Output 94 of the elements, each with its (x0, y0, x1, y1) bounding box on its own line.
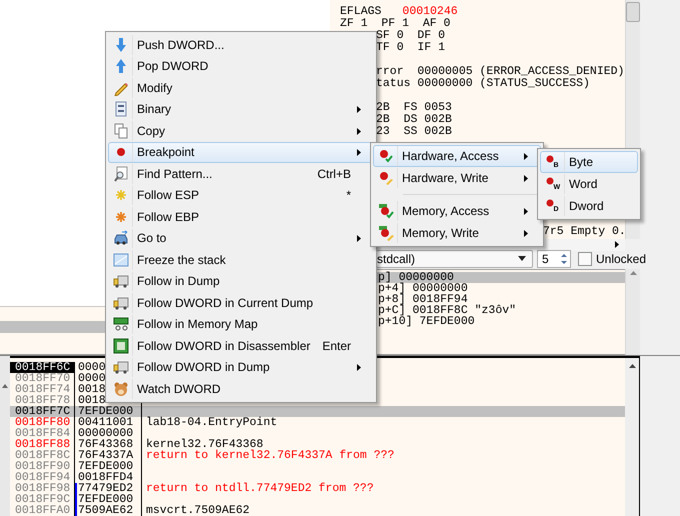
chip-dot-pencil-icon (378, 225, 394, 241)
value-cell: 00411001 (75, 417, 142, 428)
comment-cell-text: return to ntdll.77479ED2 from ??? (145, 483, 374, 494)
menu-item[interactable]: Find Pattern... Ctrl+B (108, 163, 374, 184)
register-line: tatus 00000000 (STATUS_SUCCESS) (376, 78, 590, 90)
menu-item[interactable]: Copy (108, 120, 374, 142)
value-cell: 00000000 (75, 428, 142, 439)
memory-chip-icon (112, 316, 128, 332)
register-line: rror 00000005 (ERROR_ACCESS_DENIED) (376, 66, 624, 78)
unlocked-checkbox[interactable]: Unlocked (578, 252, 646, 266)
menu-item[interactable]: Hardware, Access (373, 145, 541, 167)
animal-head-icon (112, 380, 128, 397)
value-cell: 7EFDE000 (75, 494, 142, 505)
copy-icon (112, 122, 128, 139)
menu-item[interactable]: Memory, Access (373, 200, 541, 222)
dot-pencil-icon (378, 170, 394, 186)
truck-icon (112, 359, 128, 376)
address-cell: 0018FF9C (10, 494, 75, 505)
address-cell: 0018FFA0 (10, 505, 75, 516)
submenu-arrow-icon (524, 230, 528, 237)
argument-line: p+4] 00000000 (377, 283, 469, 294)
register-line: 2B FS 0053 (376, 102, 452, 114)
menu-item[interactable]: Follow EBP (108, 206, 374, 228)
submenu-arrow-icon (357, 106, 361, 114)
address-cell: 0018FF70 (10, 373, 75, 384)
submenu-arrow-icon (524, 208, 528, 215)
calling-convention-dropdown[interactable]: stdcall) (376, 250, 533, 268)
address-cell: 0018FF7C (10, 406, 75, 417)
value-cell: 77479ED2 (75, 483, 142, 494)
submenu-arrow-icon (357, 149, 361, 156)
address-cell: 0018FF8C (10, 450, 75, 461)
dropdown-arrow-icon (518, 256, 526, 262)
address-cell: 0018FF84 (10, 428, 75, 439)
register-line: EFLAGS 00010246 (340, 6, 458, 18)
car-icon (112, 230, 128, 246)
menu-item[interactable]: Go to (108, 228, 374, 249)
window-icon (112, 252, 128, 268)
value-cell: 7EFDE000 (75, 461, 142, 472)
menu-item[interactable]: Follow in Memory Map (108, 314, 374, 335)
comment-cell-text: return to kernel32.76F4337A from ??? (145, 450, 394, 461)
argument-line: p+C] 0018FF8C "z3ôv" (377, 305, 518, 316)
chip-icon (112, 338, 128, 354)
register-line: 23 SS 002B (376, 126, 452, 138)
menu-item[interactable]: Freeze the stack (108, 249, 374, 270)
submenu-arrow-icon (615, 241, 619, 248)
value-cell: 7509AE62 (75, 505, 142, 516)
menu-item[interactable]: Follow ESP * (108, 184, 374, 206)
menu-item[interactable]: Modify (108, 77, 374, 98)
address-cell: 0018FF80 (10, 417, 75, 428)
register-line: TF 0 IF 1 (376, 42, 446, 54)
scrollbar[interactable] (0, 356, 10, 516)
value-cell: 76F4337A (75, 450, 142, 461)
address-cell: 0018FF6C (10, 362, 75, 373)
submenu-arrow-icon (357, 128, 361, 135)
value-cell: 7EFDE000 (75, 406, 142, 417)
menu-item[interactable]: Memory, Write (373, 222, 541, 244)
menu-item[interactable]: Hardware, Write (373, 167, 541, 189)
menu-item[interactable]: Follow DWORD in Current Dump (108, 292, 374, 314)
menu-item[interactable]: Follow DWORD in Disassembler Enter (108, 335, 374, 356)
menu-item[interactable]: Push DWORD... (108, 34, 374, 56)
register-line: 7r5 Empty 0. (543, 226, 625, 238)
address-cell: 0018FF90 (10, 461, 75, 472)
argument-line: p+8] 0018FF94 (377, 294, 469, 306)
menu-item[interactable]: Pop DWORD (108, 56, 374, 77)
register-line: ZF 1 PF 1 AF 0 (340, 18, 450, 30)
magnifier-icon (112, 166, 128, 182)
menu-item[interactable]: Binary (108, 98, 374, 120)
submenu-arrow-icon (524, 175, 528, 182)
dot-check-icon (378, 148, 394, 164)
comment-cell-text: kernel32.76F43368 (145, 439, 264, 450)
submenu-arrow-icon (357, 235, 361, 242)
register-line: 2B DS 002B (376, 114, 452, 126)
scroll-up-icon (2, 384, 8, 388)
argument-count-spinbox[interactable]: 5 (537, 250, 571, 268)
address-cell: 0018FF74 (10, 384, 75, 395)
argument-line: p+10] 7EFDE000 (377, 316, 476, 328)
document-icon (112, 101, 128, 118)
value-cell: 0018FFD4 (75, 472, 142, 483)
register-line: SF 0 DF 0 (376, 30, 446, 42)
address-cell: 0018FF88 (10, 439, 75, 450)
scroll-up-icon (628, 364, 636, 368)
chip-dot-check-icon (378, 203, 394, 219)
truck-icon (112, 273, 128, 290)
comment-cell-text: lab18-04.EntryPoint (145, 417, 278, 428)
menu-item[interactable]: Follow in Dump (108, 270, 374, 292)
scroll-up-icon (630, 271, 636, 276)
value-cell: 76F43368 (75, 439, 142, 450)
scrollbar[interactable] (625, 356, 640, 516)
address-cell: 0018FF94 (10, 472, 75, 483)
truck-icon (112, 294, 128, 311)
submenu-arrow-icon (524, 153, 528, 160)
address-cell: 0018FF98 (10, 483, 75, 494)
comment-cell-text: msvcrt.7509AE62 (145, 505, 250, 516)
submenu-arrow-icon (357, 364, 361, 372)
